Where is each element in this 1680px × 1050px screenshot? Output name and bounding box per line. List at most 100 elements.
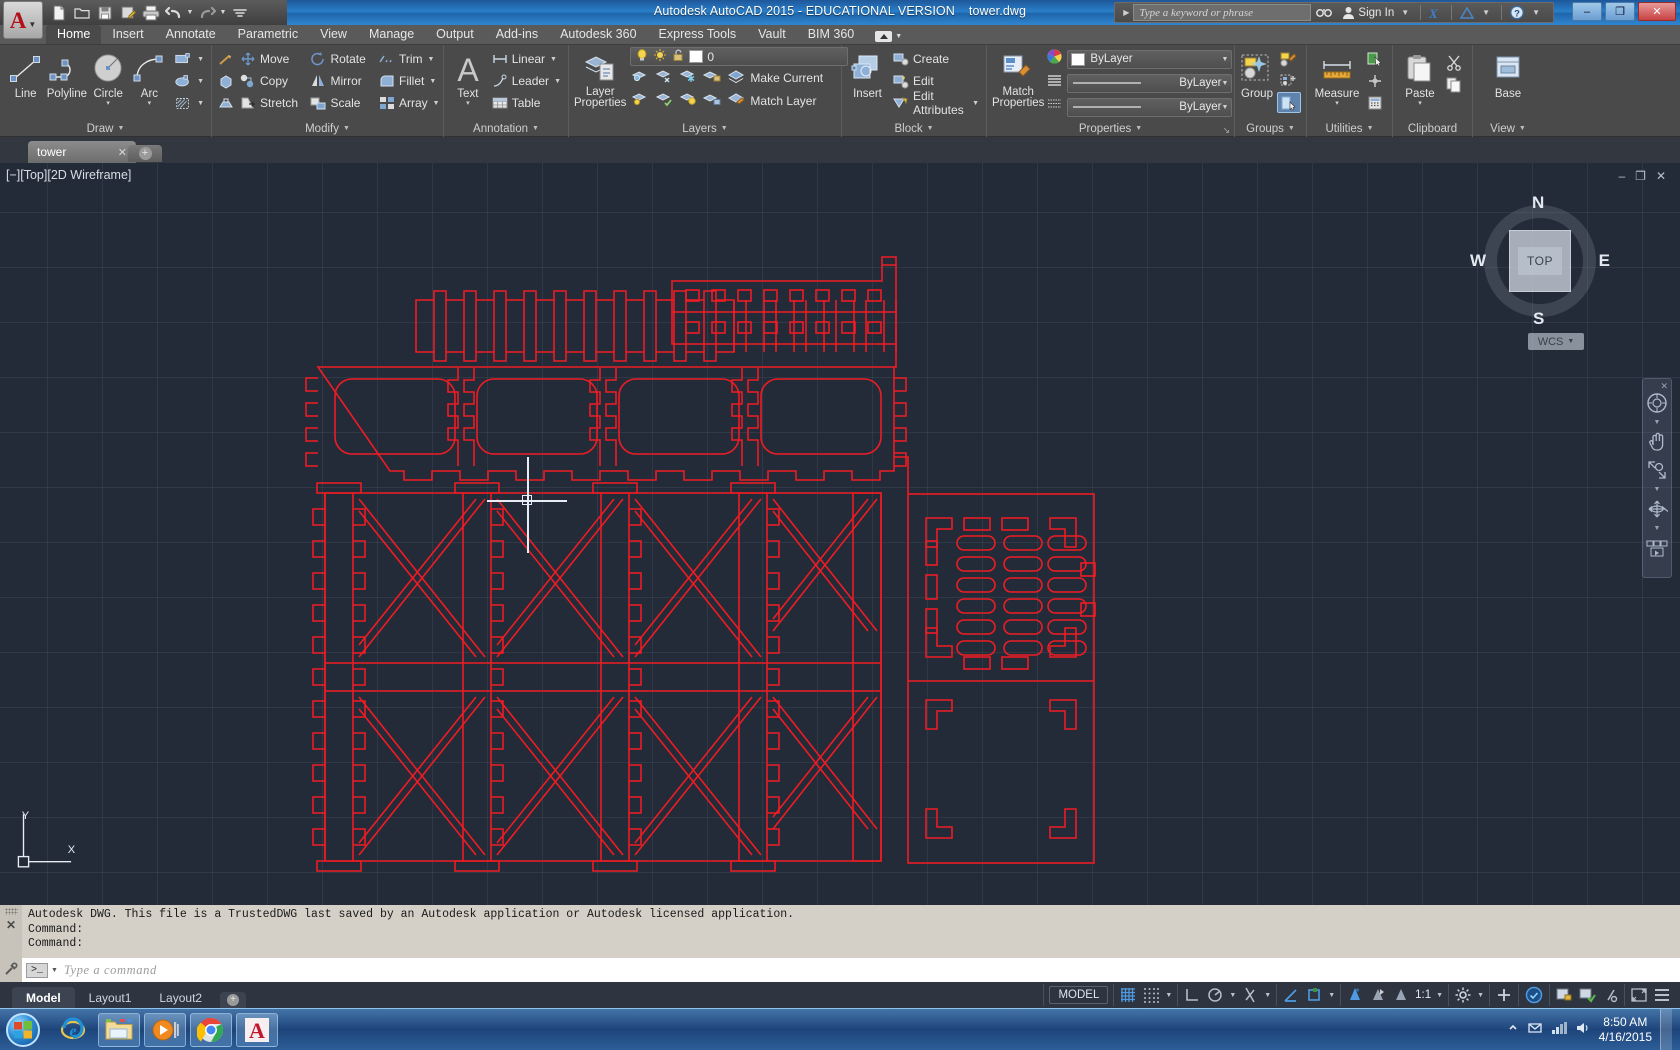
modify-trim-button[interactable]: Trim ▼ bbox=[376, 48, 438, 70]
ribbon-tab-addins[interactable]: Add-ins bbox=[485, 25, 549, 44]
annotation-leader-button[interactable]: Leader ▼ bbox=[489, 70, 563, 92]
ribbon-tab-view[interactable]: View bbox=[309, 25, 358, 44]
paste-button[interactable]: Paste ▾ bbox=[1397, 48, 1443, 107]
windows-explorer-icon[interactable] bbox=[98, 1012, 140, 1047]
sign-in-caret[interactable]: ▼ bbox=[1397, 8, 1413, 17]
draw-hatch-button[interactable]: ▼ bbox=[172, 92, 206, 114]
modify-array-button[interactable]: Array ▼ bbox=[376, 92, 440, 114]
taskbar-items[interactable]: e A bbox=[52, 1012, 278, 1047]
draw-rectangle-button[interactable]: ▼ bbox=[172, 48, 206, 70]
make-current-icon[interactable] bbox=[726, 67, 746, 89]
drag-handle-icon[interactable] bbox=[4, 908, 18, 915]
layer-isolate-icon[interactable] bbox=[630, 67, 650, 89]
property-color-combo[interactable]: ByLayer ▼ bbox=[1067, 49, 1233, 69]
layer-unisolate-icon[interactable] bbox=[630, 90, 650, 112]
modify-array-caret[interactable]: ▼ bbox=[433, 100, 440, 107]
annotation-text-button[interactable]: A Text ▾ bbox=[449, 48, 487, 107]
draw-arc-caret[interactable]: ▾ bbox=[148, 100, 152, 107]
annotation-visibility-icon[interactable] bbox=[1346, 985, 1364, 1005]
modify-stretch-button[interactable]: Stretch bbox=[237, 92, 307, 114]
showmotion-icon[interactable] bbox=[1645, 536, 1669, 560]
draw-rectangle-caret[interactable]: ▼ bbox=[197, 56, 204, 63]
layers-panel-title[interactable]: Layers ▼ bbox=[569, 120, 841, 137]
ribbon-tab-insert[interactable]: Insert bbox=[101, 25, 154, 44]
layer-freeze-icon[interactable] bbox=[678, 67, 698, 89]
view-cube-east-label[interactable]: E bbox=[1599, 251, 1610, 271]
minimize-button[interactable]: – bbox=[1572, 2, 1602, 21]
group-button[interactable]: Group bbox=[1237, 48, 1277, 100]
show-desktop-button[interactable] bbox=[1660, 1009, 1672, 1050]
groups-panel-title[interactable]: Groups ▼ bbox=[1235, 120, 1306, 137]
match-properties-button[interactable]: Match Properties bbox=[992, 47, 1044, 109]
layer-on-icon[interactable] bbox=[654, 90, 674, 112]
model-paper-toggle[interactable]: MODEL bbox=[1049, 986, 1109, 1004]
draw-ellipse-button[interactable]: ▼ bbox=[172, 70, 206, 92]
autodesk-exchange-icon[interactable]: X bbox=[1423, 6, 1449, 20]
3dsolid-button[interactable] bbox=[215, 71, 237, 93]
isometric-caret[interactable]: ▼ bbox=[1264, 992, 1271, 999]
utilities-panel-title[interactable]: Utilities ▼ bbox=[1307, 120, 1392, 137]
layers-panel-caret[interactable]: ▼ bbox=[721, 125, 728, 132]
application-menu-caret[interactable]: ▼ bbox=[28, 20, 36, 29]
autocad-icon[interactable]: A bbox=[236, 1012, 278, 1047]
layer-thaw-icon[interactable] bbox=[678, 90, 698, 112]
chevron-down-icon[interactable]: ▼ bbox=[1567, 338, 1574, 345]
status-bar-controls[interactable]: MODEL ▼ ▼ ▼ ▼ 1:1 ▼ ▼ bbox=[1043, 984, 1676, 1006]
layout-tab-bar[interactable]: Model Layout1 Layout2 + bbox=[0, 982, 247, 1008]
ribbon-collapse-icon[interactable] bbox=[875, 31, 893, 42]
graphics-performance-icon[interactable] bbox=[1601, 985, 1619, 1005]
ribbon-tab-annotate[interactable]: Annotate bbox=[155, 25, 227, 44]
annotation-linear-caret[interactable]: ▼ bbox=[550, 56, 557, 63]
command-input-grip[interactable] bbox=[0, 958, 22, 982]
annotation-scale-icon[interactable] bbox=[1392, 985, 1410, 1005]
annotation-scale-value[interactable]: 1:1 bbox=[1415, 989, 1431, 1001]
layer-unlock-icon[interactable] bbox=[702, 90, 722, 112]
clipboard-panel-title[interactable]: Clipboard bbox=[1393, 120, 1472, 137]
restore-button[interactable]: ❐ bbox=[1605, 2, 1635, 21]
ribbon-tab-express-tools[interactable]: Express Tools bbox=[648, 25, 748, 44]
explode-button[interactable] bbox=[215, 49, 237, 71]
annotation-text-caret[interactable]: ▾ bbox=[466, 100, 470, 107]
ribbon-tab-home[interactable]: Home bbox=[46, 25, 102, 44]
osnap-settings-caret[interactable]: ▼ bbox=[1328, 992, 1335, 999]
edit-group-button[interactable] bbox=[1277, 48, 1301, 70]
lock-ui-icon[interactable] bbox=[1555, 985, 1573, 1005]
performance-icon[interactable] bbox=[1578, 985, 1596, 1005]
show-hidden-icon[interactable] bbox=[1507, 1021, 1519, 1039]
object-snap-tracking-icon[interactable] bbox=[1282, 985, 1300, 1005]
polar-tracking-icon[interactable] bbox=[1206, 985, 1224, 1005]
match-layer-label[interactable]: Match Layer bbox=[750, 94, 816, 108]
annotation-leader-caret[interactable]: ▼ bbox=[554, 78, 561, 85]
ribbon-tab-bim360[interactable]: BIM 360 bbox=[797, 25, 866, 44]
view-cube-west-label[interactable]: W bbox=[1470, 251, 1486, 271]
add-layout-button[interactable]: + bbox=[220, 992, 247, 1008]
modify-fillet-button[interactable]: Fillet ▼ bbox=[376, 70, 438, 92]
open-icon[interactable] bbox=[71, 2, 92, 23]
annotation-panel-title[interactable]: Annotation ▼ bbox=[444, 120, 568, 137]
autodesk-360-icon[interactable]: ▼ bbox=[1454, 5, 1499, 20]
modify-mirror-button[interactable]: Mirror bbox=[307, 70, 376, 92]
close-icon[interactable]: ✕ bbox=[118, 146, 127, 159]
properties-panel-title[interactable]: Properties ▼ ↘ bbox=[987, 120, 1234, 137]
customization-icon[interactable] bbox=[1653, 985, 1671, 1005]
orbit-caret[interactable]: ▼ bbox=[1654, 525, 1661, 532]
ribbon-minimize-control[interactable]: ▼ bbox=[875, 31, 902, 44]
undo-icon[interactable] bbox=[163, 2, 184, 23]
extrude-button[interactable] bbox=[215, 93, 237, 115]
draw-panel-title[interactable]: Draw ▼ bbox=[0, 120, 211, 137]
property-linetype-caret[interactable]: ▼ bbox=[1221, 80, 1228, 87]
zoom-caret[interactable]: ▼ bbox=[1654, 486, 1661, 493]
base-view-button[interactable]: Base bbox=[1485, 48, 1531, 100]
ungroup-button[interactable] bbox=[1277, 70, 1301, 92]
search-button[interactable] bbox=[1311, 6, 1337, 20]
ribbon-tab-vault[interactable]: Vault bbox=[747, 25, 797, 44]
match-layer-icon[interactable] bbox=[726, 90, 746, 112]
drawing-canvas[interactable]: [−][Top][2D Wireframe] – ❐ ✕ Y X TOP N S… bbox=[0, 163, 1680, 905]
draw-arc-button[interactable]: Arc ▾ bbox=[129, 48, 170, 107]
search-input[interactable]: Type a keyword or phrase bbox=[1133, 4, 1312, 21]
workspace-switching-icon[interactable] bbox=[1454, 985, 1472, 1005]
groups-panel-caret[interactable]: ▼ bbox=[1288, 125, 1295, 132]
file-tab-tower[interactable]: tower ✕ bbox=[28, 141, 136, 163]
modify-panel-title[interactable]: Modify ▼ bbox=[212, 120, 443, 137]
color-wheel-icon[interactable] bbox=[1046, 48, 1063, 70]
